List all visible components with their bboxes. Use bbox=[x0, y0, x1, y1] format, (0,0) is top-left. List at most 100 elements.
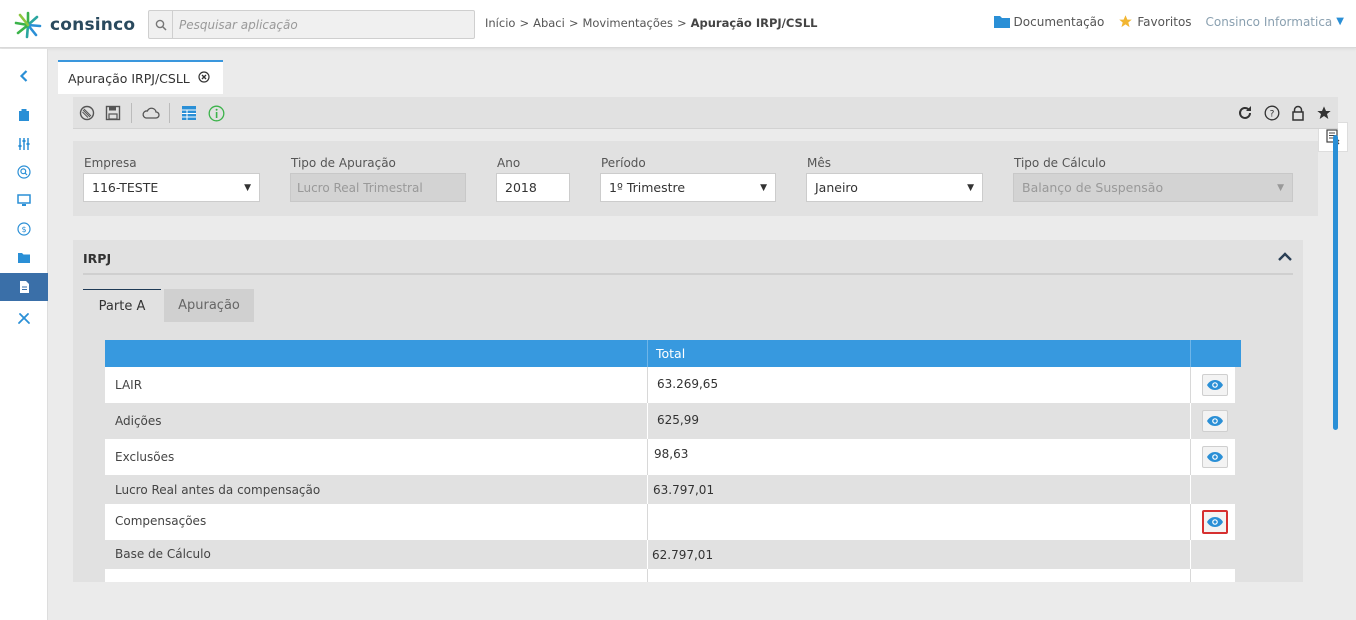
lock-button[interactable] bbox=[1289, 104, 1307, 122]
toolbar-separator bbox=[131, 103, 132, 123]
view-details-button[interactable] bbox=[1202, 410, 1228, 432]
favorite-button[interactable] bbox=[1315, 104, 1333, 122]
star-icon bbox=[1119, 15, 1133, 28]
consinco-logo[interactable]: consinco bbox=[12, 9, 135, 41]
dropdown-arrow-icon: ▼ bbox=[1277, 182, 1284, 193]
column-divider bbox=[647, 403, 648, 439]
tab-parte-a[interactable]: Parte A bbox=[83, 289, 161, 322]
breadcrumb-current: Apuração IRPJ/CSLL bbox=[690, 16, 818, 30]
cancel-icon bbox=[79, 105, 95, 121]
breadcrumb-separator: > bbox=[676, 16, 687, 30]
sidebar-item-folders[interactable] bbox=[0, 244, 48, 272]
sliders-icon bbox=[18, 138, 30, 150]
tab-apuracao-irpj-csll[interactable]: Apuração IRPJ/CSLL bbox=[58, 60, 223, 94]
table-row: Adições 625,99 bbox=[105, 403, 1235, 439]
sidebar-item-finance[interactable]: $ bbox=[0, 215, 48, 243]
column-divider bbox=[647, 340, 648, 367]
help-button[interactable]: ? bbox=[1263, 104, 1281, 122]
row-total: 63.269,65 bbox=[657, 377, 719, 391]
empresa-select[interactable]: 116-TESTE ▼ bbox=[83, 173, 260, 202]
sidebar-item-tools[interactable] bbox=[0, 304, 48, 332]
collapse-panel-button[interactable] bbox=[1277, 249, 1293, 265]
column-divider bbox=[647, 540, 648, 569]
search-input[interactable] bbox=[173, 17, 463, 32]
save-button[interactable] bbox=[104, 104, 122, 122]
cloud-icon bbox=[142, 107, 160, 119]
toolbar-separator bbox=[169, 103, 170, 123]
tipo-apuracao-field: Lucro Real Trimestral bbox=[290, 173, 466, 202]
breadcrumb-abaci[interactable]: Abaci bbox=[533, 16, 565, 30]
tools-icon bbox=[18, 313, 30, 324]
documentation-link[interactable]: Documentação bbox=[993, 15, 1104, 29]
row-total: 625,99 bbox=[657, 413, 699, 427]
column-divider bbox=[647, 475, 648, 504]
sidebar-item-search[interactable] bbox=[0, 158, 48, 186]
ano-input[interactable]: 2018 bbox=[496, 173, 570, 202]
search-icon[interactable] bbox=[149, 11, 173, 38]
cancel-button[interactable] bbox=[78, 104, 96, 122]
clipboard-icon bbox=[19, 109, 29, 121]
eye-icon bbox=[1207, 380, 1223, 390]
favorites-link[interactable]: Favoritos bbox=[1118, 14, 1192, 29]
vertical-scrollbar[interactable] bbox=[1333, 135, 1338, 430]
refresh-button[interactable] bbox=[1236, 104, 1254, 122]
svg-text:$: $ bbox=[21, 225, 26, 234]
dropdown-arrow-icon: ▼ bbox=[760, 182, 767, 193]
view-compensacoes-button[interactable] bbox=[1202, 510, 1228, 534]
sidebar-item-clipboard[interactable] bbox=[0, 101, 48, 129]
column-divider bbox=[1190, 504, 1191, 540]
mes-select[interactable]: Janeiro ▼ bbox=[806, 173, 983, 202]
tab-apuracao[interactable]: Apuração bbox=[164, 289, 254, 322]
view-details-button[interactable] bbox=[1202, 374, 1228, 396]
sidebar-item-settings[interactable] bbox=[0, 130, 48, 158]
breadcrumb-inicio[interactable]: Início bbox=[485, 16, 515, 30]
view-details-button[interactable] bbox=[1202, 446, 1228, 468]
column-divider bbox=[647, 504, 648, 540]
header-actions: Documentação Favoritos Consinco Informat… bbox=[980, 14, 1344, 29]
column-divider bbox=[647, 569, 648, 582]
info-button[interactable] bbox=[207, 104, 225, 122]
row-total: 63.797,01 bbox=[653, 483, 715, 497]
company-dropdown[interactable]: Consinco Informatica ▼ bbox=[1206, 15, 1344, 29]
breadcrumb: Início > Abaci > Movimentações > Apuraçã… bbox=[485, 16, 821, 30]
column-divider bbox=[1190, 540, 1191, 569]
caret-down-icon: ▼ bbox=[1336, 16, 1344, 27]
tipo-calculo-select: Balanço de Suspensão ▼ bbox=[1013, 173, 1293, 202]
mes-value: Janeiro bbox=[815, 180, 858, 195]
periodo-select[interactable]: 1º Trimestre ▼ bbox=[600, 173, 776, 202]
row-label: Exclusões bbox=[115, 450, 175, 464]
column-divider bbox=[1190, 340, 1191, 367]
eye-icon bbox=[1207, 517, 1223, 527]
table-row bbox=[105, 569, 1235, 582]
row-total: 62.797,01 bbox=[652, 548, 714, 562]
logo-text: consinco bbox=[50, 15, 136, 35]
folder-icon bbox=[993, 16, 1010, 28]
dropdown-arrow-icon: ▼ bbox=[244, 182, 251, 193]
tab-parte-a-label: Parte A bbox=[98, 298, 146, 314]
tipo-apuracao-label: Tipo de Apuração bbox=[291, 156, 396, 170]
column-divider bbox=[1190, 569, 1191, 582]
breadcrumb-movimentacoes[interactable]: Movimentações bbox=[582, 16, 673, 30]
close-icon[interactable] bbox=[198, 70, 210, 86]
grid-view-button[interactable] bbox=[180, 104, 198, 122]
periodo-value: 1º Trimestre bbox=[609, 180, 686, 195]
table-icon bbox=[182, 106, 196, 120]
row-label: Adições bbox=[115, 414, 162, 428]
filter-panel: Empresa 116-TESTE ▼ Tipo de Apuração Luc… bbox=[73, 141, 1318, 216]
tab-strip: Apuração IRPJ/CSLL bbox=[58, 60, 1348, 152]
column-header-total: Total bbox=[656, 346, 686, 361]
table-row: Exclusões 98,63 bbox=[105, 439, 1235, 475]
sidebar-item-monitor[interactable] bbox=[0, 186, 48, 214]
sidebar-item-documents[interactable] bbox=[0, 273, 48, 301]
help-icon: ? bbox=[1264, 105, 1280, 121]
tab-label: Apuração IRPJ/CSLL bbox=[68, 70, 190, 86]
column-divider bbox=[647, 367, 648, 403]
collapse-sidebar-button[interactable] bbox=[0, 62, 48, 90]
cloud-button[interactable] bbox=[142, 104, 160, 122]
row-label: Lucro Real antes da compensação bbox=[115, 483, 321, 497]
search-box bbox=[148, 10, 475, 39]
empresa-label: Empresa bbox=[84, 156, 137, 170]
column-divider bbox=[647, 439, 648, 475]
tipo-apuracao-value: Lucro Real Trimestral bbox=[297, 180, 423, 195]
mes-label: Mês bbox=[807, 156, 831, 170]
